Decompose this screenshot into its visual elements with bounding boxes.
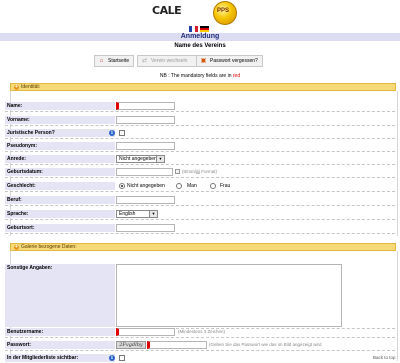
anrede-select-value: Nicht angegeben	[119, 156, 157, 162]
mandatory-notice-text: NB : The mandatory fields are in	[159, 73, 233, 79]
form-row-name: Name:	[5, 102, 395, 112]
back-to-top-link[interactable]: Back to top	[373, 355, 396, 360]
sprache-select-value: English	[119, 211, 136, 217]
logo-ball: PPS	[213, 1, 237, 25]
club-name: Name des Vereins	[174, 43, 226, 49]
form-row-beruf: Beruf:	[5, 196, 395, 206]
gender-radio-man[interactable]	[176, 183, 182, 189]
expand-icon: +	[14, 83, 19, 90]
gender-option-frau: Frau	[220, 183, 231, 189]
pseudonym-label: Pseudonym:	[5, 142, 115, 150]
forgot-password-button[interactable]: ▣ Passwort vergessen?	[196, 55, 263, 67]
benutzername-label: Benutzername:	[5, 328, 115, 336]
logo-ball-text: PPS	[217, 8, 230, 14]
mandatory-notice-red: red	[232, 73, 241, 79]
geburtsort-input[interactable]	[116, 224, 175, 232]
identity-section-header[interactable]: + Identität:	[10, 83, 396, 91]
expand-icon: +	[14, 243, 19, 250]
username-hint: (Mindestens 3 Zeichen)	[178, 329, 226, 334]
identity-section-title: Identität:	[21, 84, 41, 90]
sprache-select[interactable]: English ▼	[116, 210, 158, 218]
gender-radio-unspecified[interactable]	[119, 183, 125, 189]
sonstige-label: Sonstige Angaben:	[5, 264, 115, 327]
geburtsort-label: Geburtsort:	[5, 224, 115, 232]
beruf-input[interactable]	[116, 196, 175, 204]
calendar-icon[interactable]	[175, 169, 180, 174]
juristische-checkbox[interactable]	[119, 130, 125, 136]
form-row-geburtsort: Geburtsort:	[5, 224, 395, 234]
forgot-password-button-label: Passwort vergessen?	[210, 58, 258, 64]
change-club-button-label: Verein wechseln	[151, 58, 188, 64]
anrede-select[interactable]: Nicht angegeben ▼	[116, 155, 165, 163]
form-row-pseudonym: Pseudonym:	[5, 142, 395, 152]
form-row-anrede: Anrede: Nicht angegeben ▼	[5, 155, 395, 165]
form-row-geschlecht: Geschlecht: Nicht angegeben Man Frau	[5, 182, 395, 192]
passwort-label: Passwort:	[5, 341, 115, 349]
gender-radio-frau[interactable]	[210, 183, 216, 189]
flag-french-icon[interactable]	[189, 26, 198, 32]
sonstige-textarea[interactable]	[116, 264, 342, 327]
info-icon[interactable]: i	[109, 130, 115, 136]
key-icon: ▣	[200, 58, 207, 64]
form-row-sprache: Sprache: English ▼	[5, 210, 395, 220]
chevron-down-icon: ▼	[156, 156, 164, 162]
passwort-input[interactable]	[147, 341, 207, 349]
sichtbar-checkbox[interactable]	[119, 355, 125, 361]
juristische-label: Juristische Person?	[5, 129, 115, 137]
logo-text: CALE	[152, 4, 182, 17]
form-row-vorname: Vorname:	[5, 116, 395, 126]
form-row-sichtbar: In der Mitgliederliste sichtbar: i	[5, 354, 395, 363]
change-club-button: ⇄ Verein wechseln	[137, 55, 201, 67]
switch-icon: ⇄	[141, 58, 148, 64]
date-format-hint: (tt/mm/jjjj Format)	[182, 169, 217, 174]
gender-option-unspecified: Nicht angegeben	[127, 183, 165, 189]
page-title: Anmeldung	[0, 33, 400, 41]
beruf-label: Beruf:	[5, 196, 115, 204]
flag-german-icon[interactable]	[200, 26, 209, 32]
form-row-juristische: Juristische Person? i	[5, 129, 395, 139]
geburtsdatum-input[interactable]	[116, 168, 173, 176]
anrede-label: Anrede:	[5, 155, 115, 163]
form-row-benutzername: Benutzername: (Mindestens 3 Zeichen)	[5, 328, 395, 338]
benutzername-input[interactable]	[116, 328, 175, 336]
mandatory-notice: NB : The mandatory fields are in red	[0, 73, 400, 79]
geburtsdatum-label: Geburtsdatum:	[5, 168, 115, 176]
home-icon: ⌂	[99, 58, 104, 64]
captcha-hint: (Geben Sie das Passwort wie das im Bild …	[209, 342, 322, 347]
pseudonym-input[interactable]	[116, 142, 175, 150]
chevron-down-icon: ▼	[149, 211, 157, 217]
geschlecht-label: Geschlecht:	[5, 182, 115, 190]
name-label: Name:	[5, 102, 115, 110]
form-row-passwort: Passwort: (Geben Sie das Passwort wie da…	[5, 341, 395, 351]
captcha-image: 2Fvgdlby	[116, 341, 146, 349]
vorname-input[interactable]	[116, 116, 175, 124]
info-icon[interactable]: i	[109, 355, 115, 361]
vorname-label: Vorname:	[5, 116, 115, 124]
name-input[interactable]	[116, 102, 175, 110]
gallery-section-header[interactable]: + Galerie bezogene Daten:	[10, 243, 396, 251]
logo: CALE PPS	[148, 0, 252, 26]
sprache-label: Sprache:	[5, 210, 115, 218]
gender-option-man: Man	[187, 183, 197, 189]
gallery-section-title: Galerie bezogene Daten:	[21, 244, 77, 250]
home-button[interactable]: ⌂ Startseite	[94, 55, 134, 67]
home-button-label: Startseite	[108, 58, 130, 64]
form-row-geburtsdatum: Geburtsdatum: (tt/mm/jjjj Format)	[5, 168, 395, 178]
